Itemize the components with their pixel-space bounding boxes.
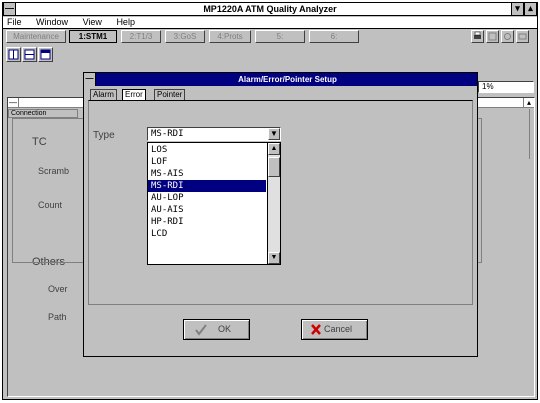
type-combobox[interactable]: MS-RDI ▼: [147, 127, 281, 141]
type-combobox-value: MS-RDI: [151, 129, 184, 139]
printer-icon[interactable]: [471, 30, 484, 43]
title-bar: — MP1220A ATM Quality Analyzer ▾ ▴: [3, 3, 537, 16]
scroll-up-icon[interactable]: ▲: [268, 143, 280, 155]
list-item[interactable]: AU-AIS: [148, 204, 266, 216]
list-scrollbar[interactable]: ▲ ▼: [267, 143, 280, 264]
dialog-title: Alarm/Error/Pointer Setup: [238, 75, 337, 84]
tab-t13[interactable]: 2:T1/3: [121, 30, 161, 43]
list-item-selected[interactable]: MS-RDI: [148, 180, 266, 192]
type-label: Type: [93, 130, 115, 141]
dialog-system-icon[interactable]: —: [84, 73, 96, 86]
window-title: MP1220A ATM Quality Analyzer: [203, 4, 337, 14]
system-menu-icon[interactable]: —: [3, 3, 16, 15]
tool-icon-2[interactable]: [501, 30, 514, 43]
scroll-thumb[interactable]: [268, 157, 280, 177]
list-item[interactable]: LOS: [148, 144, 266, 156]
menu-window[interactable]: Window: [36, 17, 68, 27]
zoom-field[interactable]: 1%: [478, 81, 534, 93]
main-window: — MP1220A ATM Quality Analyzer ▾ ▴ File …: [2, 2, 538, 400]
menu-bar: File Window View Help: [3, 17, 537, 29]
list-item[interactable]: AU-LOP: [148, 192, 266, 204]
tool-icon-3[interactable]: [516, 30, 529, 43]
ok-button[interactable]: OK: [183, 319, 250, 340]
doc-maximize-icon[interactable]: ▴: [523, 98, 534, 108]
dialog-title-bar: — Alarm/Error/Pointer Setup: [84, 73, 477, 86]
scroll-down-icon[interactable]: ▼: [268, 252, 280, 264]
cancel-label: Cancel: [324, 324, 353, 334]
checkmark-icon: [194, 323, 208, 338]
type-list[interactable]: LOS LOF MS-AIS MS-RDI AU-LOP AU-AIS HP-R…: [147, 142, 281, 265]
menu-file[interactable]: File: [7, 17, 22, 27]
list-item[interactable]: LOF: [148, 156, 266, 168]
maximize-button[interactable]: ▴: [524, 3, 537, 15]
tab-prots[interactable]: 4:Prots: [209, 30, 251, 43]
right-panel-edge: [529, 109, 535, 159]
minimize-button[interactable]: ▾: [511, 3, 524, 15]
tab-pointer[interactable]: Pointer: [154, 89, 186, 100]
menu-view[interactable]: View: [83, 17, 102, 27]
cascade-icon[interactable]: [22, 47, 37, 62]
tab-maintenance[interactable]: Maintenance: [6, 30, 66, 43]
cancel-x-icon: [310, 323, 322, 338]
path-label: Path: [48, 312, 67, 322]
list-item[interactable]: LCD: [148, 228, 266, 240]
tile-icon[interactable]: [6, 47, 21, 62]
menu-help[interactable]: Help: [116, 17, 135, 27]
tab-error[interactable]: Error: [122, 89, 146, 100]
tab-stm1[interactable]: 1:STM1: [69, 30, 117, 43]
tab-connection[interactable]: Connection: [8, 109, 78, 118]
list-item[interactable]: HP-RDI: [148, 216, 266, 228]
tool-icon-1[interactable]: [486, 30, 499, 43]
combobox-dropdown-icon[interactable]: ▼: [268, 128, 280, 140]
cancel-button[interactable]: Cancel: [301, 319, 368, 340]
tab-6[interactable]: 6:: [309, 30, 359, 43]
tab-5[interactable]: 5:: [255, 30, 305, 43]
over-label: Over: [48, 284, 68, 294]
window-icon[interactable]: [38, 47, 53, 62]
tab-alarm[interactable]: Alarm: [90, 89, 117, 100]
ok-label: OK: [218, 324, 232, 334]
tab-gos[interactable]: 3:GoS: [165, 30, 205, 43]
doc-system-icon[interactable]: —: [8, 98, 19, 108]
list-item[interactable]: MS-AIS: [148, 168, 266, 180]
setup-dialog: — Alarm/Error/Pointer Setup Alarm Error …: [83, 72, 478, 357]
